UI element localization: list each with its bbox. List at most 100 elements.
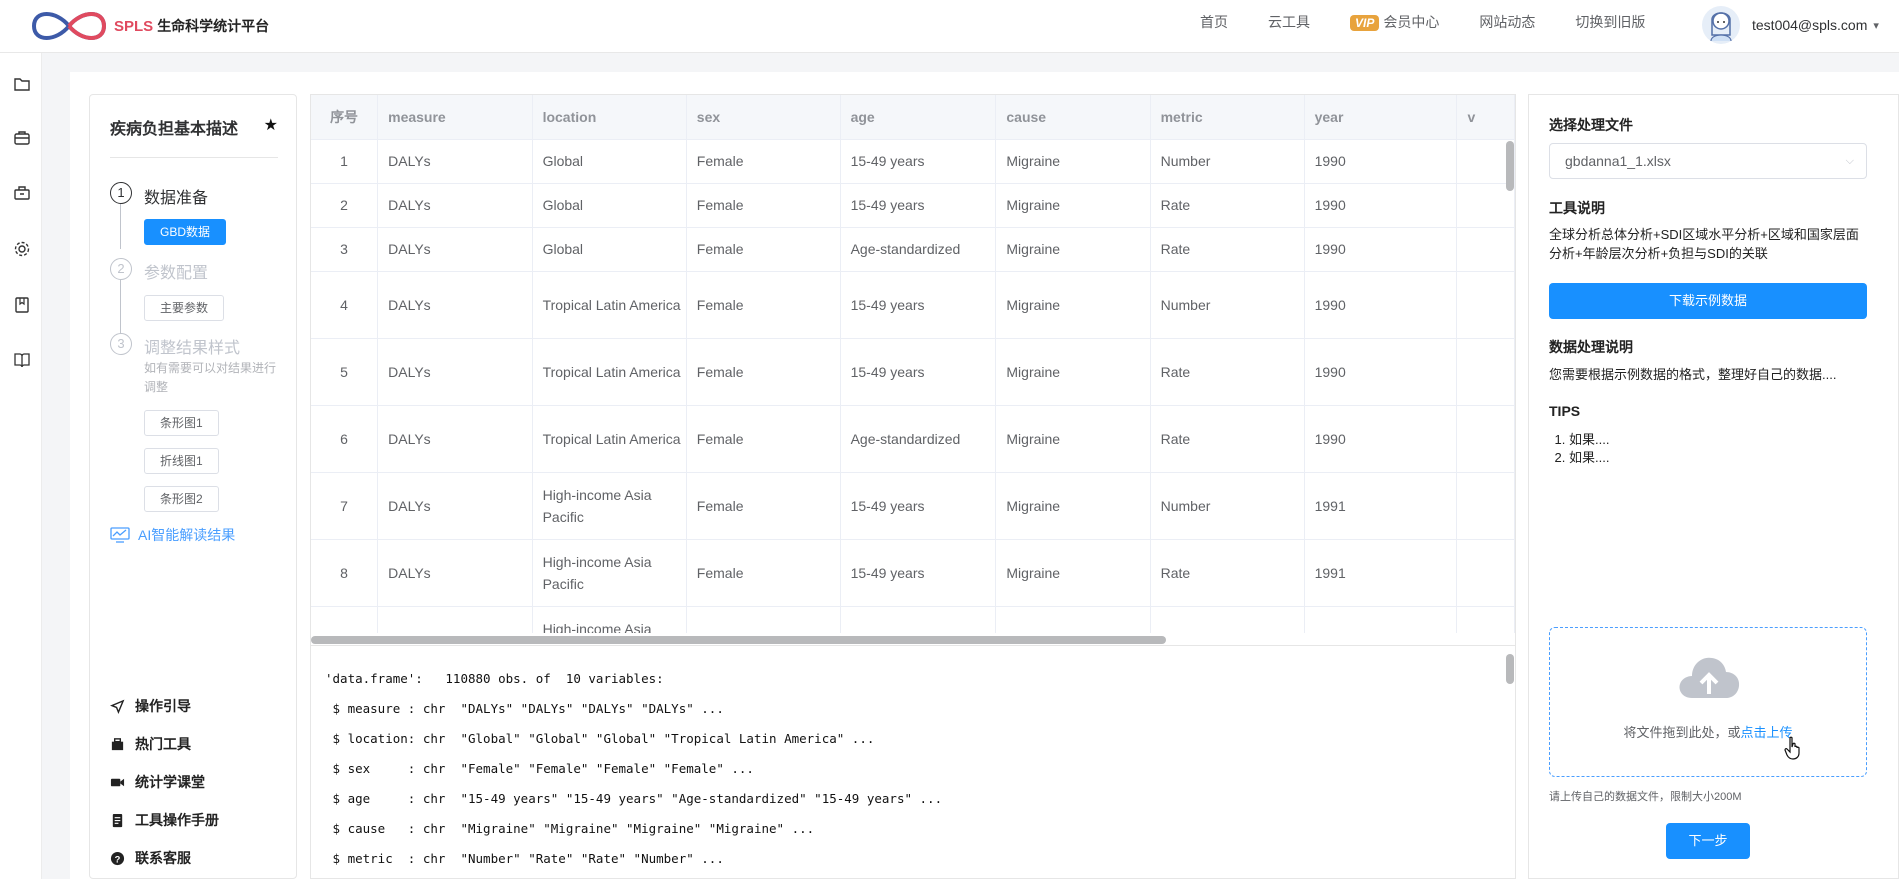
nav-switch-old[interactable]: 切换到旧版 bbox=[1575, 12, 1645, 32]
table-cell: Tropical Latin America bbox=[532, 405, 687, 473]
left-icon-rail: >| bbox=[0, 53, 42, 879]
chevron-down-icon: ▾ bbox=[1873, 19, 1879, 32]
column-header[interactable]: measure bbox=[377, 95, 533, 140]
table-cell: Age-standardized bbox=[840, 405, 997, 473]
table-cell: 1 bbox=[311, 139, 379, 184]
table-vertical-scrollbar[interactable] bbox=[1506, 141, 1514, 191]
folder-icon[interactable] bbox=[13, 75, 31, 93]
main-params-button[interactable]: 主要参数 bbox=[144, 295, 225, 321]
step-2-label[interactable]: 参数配置 bbox=[144, 259, 208, 283]
table-cell: Rate bbox=[1150, 183, 1305, 228]
table-cell bbox=[1456, 472, 1515, 540]
tool-manual-label: 工具操作手册 bbox=[135, 812, 219, 828]
toolbox-icon[interactable] bbox=[13, 184, 31, 202]
panel-title: 疾病负担基本描述 bbox=[110, 121, 239, 138]
table-cell: DALYs bbox=[377, 472, 533, 540]
table-row[interactable]: 6 DALYs Tropical Latin America Female Age-st… bbox=[311, 405, 1515, 473]
ai-interpret-link[interactable]: AI智能解读结果 bbox=[110, 525, 235, 545]
nav-cloud-tools[interactable]: 云工具 bbox=[1268, 12, 1310, 32]
table-cell: Migraine bbox=[995, 338, 1151, 406]
table-cell: Rate bbox=[1150, 227, 1305, 272]
step-connector bbox=[120, 203, 121, 249]
console-line: 'data.frame': 110880 obs. of 10 variable… bbox=[325, 671, 664, 686]
tips-title: TIPS bbox=[1549, 403, 1581, 419]
chevron-down-icon: ⌵ bbox=[1845, 155, 1854, 167]
infinity-logo-icon bbox=[31, 12, 107, 40]
document-icon bbox=[112, 813, 123, 827]
table-cell bbox=[1456, 227, 1515, 272]
download-sample-button[interactable]: 下载示例数据 bbox=[1549, 283, 1867, 319]
tool-manual-link[interactable]: 工具操作手册 bbox=[110, 801, 219, 839]
toolbox-icon bbox=[111, 737, 124, 750]
site-logo[interactable]: SPLS 生命科学统计平台 bbox=[24, 2, 269, 50]
table-body: 1 DALYs Global Female 15-49 years Migraine Num… bbox=[311, 139, 1515, 637]
upload-size-hint: 请上传自己的数据文件，限制大小200M bbox=[1549, 791, 1742, 803]
table-cell: 2 bbox=[311, 183, 379, 228]
table-cell: 1991 bbox=[1304, 539, 1458, 607]
cloud-upload-icon bbox=[1679, 657, 1740, 698]
bar-chart-1-button[interactable]: 条形图1 bbox=[144, 410, 219, 436]
brand-subtitle: 生命科学统计平台 bbox=[157, 18, 270, 34]
table-cell: DALYs bbox=[377, 405, 533, 473]
table-row[interactable]: 2 DALYs Global Female 15-49 years Migraine Rat… bbox=[311, 183, 1515, 228]
briefcase-icon[interactable] bbox=[13, 129, 31, 147]
table-cell: Female bbox=[686, 405, 841, 473]
table-row[interactable]: 3 DALYs Global Female Age-standardized Migrai… bbox=[311, 227, 1515, 272]
avatar bbox=[1702, 6, 1740, 44]
navigation-arrow-icon bbox=[110, 699, 125, 714]
table-horizontal-scrollbar[interactable] bbox=[311, 633, 1515, 645]
console-line: $ measure : chr "DALYs" "DALYs" "DALYs" … bbox=[325, 701, 724, 716]
step-3-label[interactable]: 调整结果样式 bbox=[144, 334, 240, 358]
column-header[interactable]: year bbox=[1304, 95, 1458, 140]
table-cell: Number bbox=[1150, 139, 1305, 184]
column-header[interactable]: v bbox=[1456, 95, 1515, 140]
table-cell bbox=[1456, 271, 1515, 339]
column-header[interactable]: location bbox=[532, 95, 687, 140]
upload-dropzone[interactable]: 将文件拖到此处，或点击上传 bbox=[1549, 627, 1867, 777]
hot-tools-link[interactable]: 热门工具 bbox=[110, 725, 219, 763]
table-cell: 8 bbox=[311, 539, 379, 607]
star-icon[interactable]: ★ bbox=[264, 115, 278, 135]
table-cell: 3 bbox=[311, 227, 379, 272]
nav-home[interactable]: 首页 bbox=[1200, 12, 1228, 32]
column-header[interactable]: metric bbox=[1150, 95, 1305, 140]
table-row[interactable]: 7 DALYs High-income Asia Pacific Female 15-4… bbox=[311, 472, 1515, 540]
table-cell: Rate bbox=[1150, 539, 1305, 607]
open-book-icon[interactable] bbox=[13, 351, 31, 369]
user-menu[interactable]: test004@spls.com ▾ bbox=[1702, 6, 1879, 44]
table-cell bbox=[1456, 338, 1515, 406]
table-cell: Female bbox=[686, 227, 841, 272]
stats-class-link[interactable]: 统计学课堂 bbox=[110, 763, 219, 801]
file-select[interactable]: gbdanna1_1.xlsx ⌵ bbox=[1549, 143, 1867, 179]
data-table-wrapper[interactable]: 序号 measure location sex age cause metric… bbox=[311, 95, 1515, 637]
settings-icon[interactable] bbox=[13, 240, 31, 258]
table-cell: 15-49 years bbox=[840, 539, 997, 607]
bar-chart-2-button[interactable]: 条形图2 bbox=[144, 486, 219, 512]
table-row[interactable]: 8 DALYs High-income Asia Pacific Female 15-4… bbox=[311, 539, 1515, 607]
column-header[interactable]: age bbox=[840, 95, 997, 140]
table-row[interactable]: 4 DALYs Tropical Latin America Female 15-49 … bbox=[311, 271, 1515, 339]
column-header[interactable]: cause bbox=[995, 95, 1151, 140]
user-email: test004@spls.com bbox=[1752, 17, 1868, 33]
console-vertical-scrollbar[interactable] bbox=[1506, 654, 1514, 684]
bookmark-book-icon[interactable] bbox=[13, 296, 31, 314]
scrollbar-thumb[interactable] bbox=[311, 636, 1166, 644]
table-row[interactable]: 5 DALYs Tropical Latin America Female 15-49 … bbox=[311, 338, 1515, 406]
table-cell bbox=[1456, 405, 1515, 473]
step-1-label[interactable]: 数据准备 bbox=[144, 184, 208, 208]
console-line: $ cause : chr "Migraine" "Migraine" "Mig… bbox=[325, 821, 815, 836]
nav-site-news[interactable]: 网站动态 bbox=[1479, 12, 1535, 32]
line-chart-1-button[interactable]: 折线图1 bbox=[144, 448, 219, 474]
guide-link[interactable]: 操作引导 bbox=[110, 687, 219, 725]
next-step-button[interactable]: 下一步 bbox=[1666, 823, 1750, 859]
nav-member-center[interactable]: VIP 会员中心 bbox=[1350, 12, 1439, 32]
column-header[interactable]: sex bbox=[686, 95, 841, 140]
column-header[interactable]: 序号 bbox=[311, 95, 379, 140]
table-cell: Global bbox=[532, 227, 687, 272]
data-desc-title: 数据处理说明 bbox=[1549, 339, 1633, 355]
contact-support-link[interactable]: ? 联系客服 bbox=[110, 839, 219, 877]
gbd-data-button[interactable]: GBD数据 bbox=[144, 219, 227, 245]
monitor-chart-icon bbox=[110, 527, 130, 543]
table-cell: Female bbox=[686, 472, 841, 540]
table-row[interactable]: 1 DALYs Global Female 15-49 years Migraine Num… bbox=[311, 139, 1515, 184]
